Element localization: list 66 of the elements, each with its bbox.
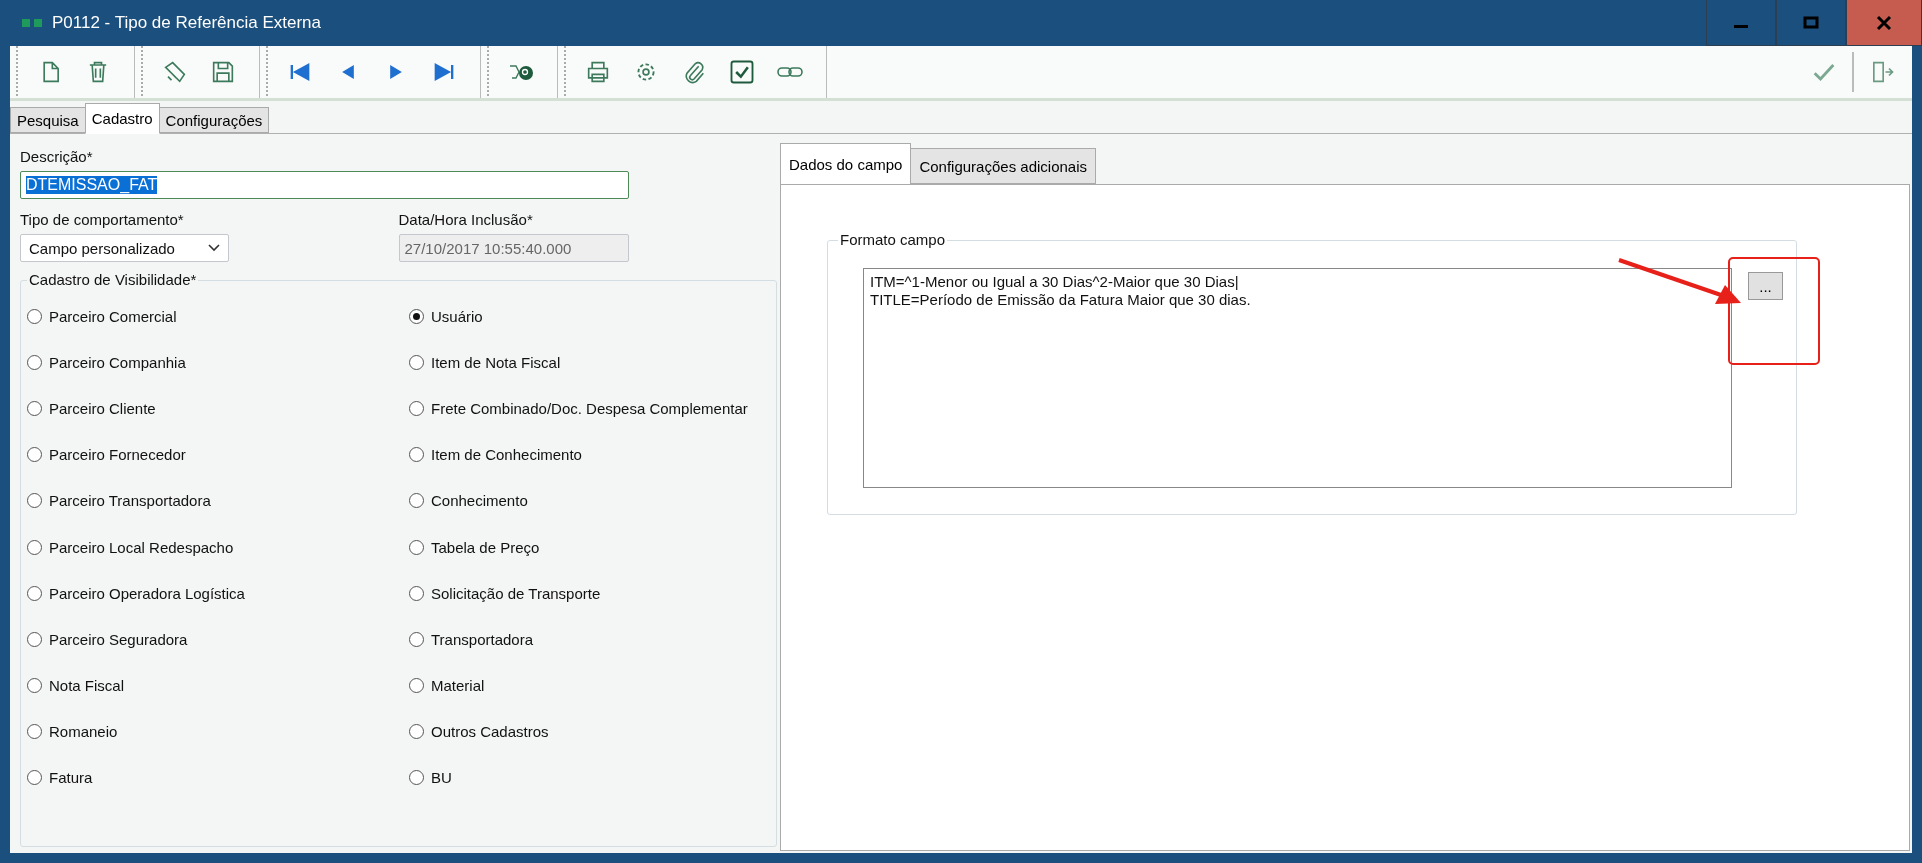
chevron-down-icon: [208, 244, 220, 252]
radio-button[interactable]: [409, 308, 424, 324]
tab[interactable]: Configurações: [158, 107, 270, 133]
radio-label[interactable]: Material: [431, 677, 485, 695]
radio-label[interactable]: Nota Fiscal: [49, 677, 125, 695]
radio-button[interactable]: [409, 770, 424, 786]
tab[interactable]: Pesquisa: [10, 107, 86, 133]
radio-label[interactable]: Romaneio: [49, 723, 118, 741]
window-title: P0112 - Tipo de Referência Externa: [52, 13, 321, 33]
close-button[interactable]: [1846, 0, 1922, 46]
field-label: Tipo de comportamento*: [20, 211, 185, 228]
tab[interactable]: Configurações adicionais: [910, 148, 1096, 184]
radio-label[interactable]: Parceiro Seguradora: [49, 630, 188, 648]
radio-button[interactable]: [27, 493, 42, 509]
radio-label[interactable]: Frete Combinado/Doc. Despesa Complementar: [431, 399, 748, 417]
description-field[interactable]: DTEMISSAO_FAT: [20, 171, 629, 199]
tab[interactable]: Cadastro: [84, 103, 160, 134]
radio-label[interactable]: Usuário: [431, 307, 483, 325]
radio-label[interactable]: Parceiro Operadora Logística: [49, 584, 245, 602]
radio-button[interactable]: [27, 447, 42, 463]
radio-button[interactable]: [27, 354, 42, 370]
radio-button[interactable]: [409, 493, 424, 509]
radio-label[interactable]: Item de Nota Fiscal: [431, 353, 561, 371]
radio-button[interactable]: [409, 539, 424, 555]
behavior-dropdown[interactable]: Campo personalizado: [20, 234, 229, 262]
radio-label[interactable]: Conhecimento: [431, 492, 528, 510]
radio-button[interactable]: [27, 724, 42, 740]
tab[interactable]: Dados do campo: [780, 143, 912, 185]
radio-button[interactable]: [409, 354, 424, 370]
radio-label[interactable]: Parceiro Comercial: [49, 307, 177, 325]
ellipsis-button[interactable]: ...: [1748, 272, 1783, 300]
radio-label[interactable]: BU: [431, 769, 452, 787]
radio-button[interactable]: [27, 770, 42, 786]
maximize-button[interactable]: [1776, 0, 1846, 46]
radio-label[interactable]: Transportadora: [431, 630, 533, 648]
radio-label[interactable]: Parceiro Fornecedor: [49, 446, 186, 464]
radio-label[interactable]: Parceiro Transportadora: [49, 492, 211, 510]
radio-button[interactable]: [409, 400, 424, 416]
radio-label[interactable]: Parceiro Companhia: [49, 353, 186, 371]
text-line: ITM=^1-Menor ou Igual a 30 Dias^2-Maior que 30 Dias|: [870, 273, 1240, 291]
radio-label[interactable]: Tabela de Preço: [431, 538, 540, 556]
radio-label[interactable]: Parceiro Cliente: [49, 399, 156, 417]
radio-button[interactable]: [27, 400, 42, 416]
radio-button[interactable]: [27, 678, 42, 694]
radio-button[interactable]: [409, 447, 424, 463]
checkbox-icon[interactable]: [728, 58, 756, 86]
field-label: Descrição*: [20, 148, 94, 165]
radio-button[interactable]: [409, 585, 424, 601]
group-legend: Cadastro de Visibilidade*: [27, 271, 199, 288]
radio-button[interactable]: [409, 678, 424, 694]
app-icon: [22, 19, 44, 27]
minimize-icon: [1734, 25, 1748, 28]
radio-label[interactable]: Fatura: [49, 769, 93, 787]
format-text-area[interactable]: ITM=^1-Menor ou Igual a 30 Dias^2-Maior que 30 Dias| TITLE=Período de Emissão da Fatura Maior que 30 dias.: [863, 268, 1732, 488]
radio-label[interactable]: Item de Conhecimento: [431, 446, 582, 464]
field-label: Data/Hora Inclusão*: [398, 211, 534, 228]
radio-button[interactable]: [27, 539, 42, 555]
radio-button[interactable]: [27, 585, 42, 601]
text-line: TITLE=Período de Emissão da Fatura Maior que 30 dias.: [870, 291, 1252, 309]
radio-label[interactable]: Parceiro Local Redespacho: [49, 538, 234, 556]
radio-button[interactable]: [27, 308, 42, 324]
radio-button[interactable]: [409, 724, 424, 740]
radio-button[interactable]: [27, 631, 42, 647]
radio-label[interactable]: Solicitação de Transporte: [431, 584, 601, 602]
radio-button[interactable]: [409, 631, 424, 647]
radio-label[interactable]: Outros Cadastros: [431, 723, 549, 741]
